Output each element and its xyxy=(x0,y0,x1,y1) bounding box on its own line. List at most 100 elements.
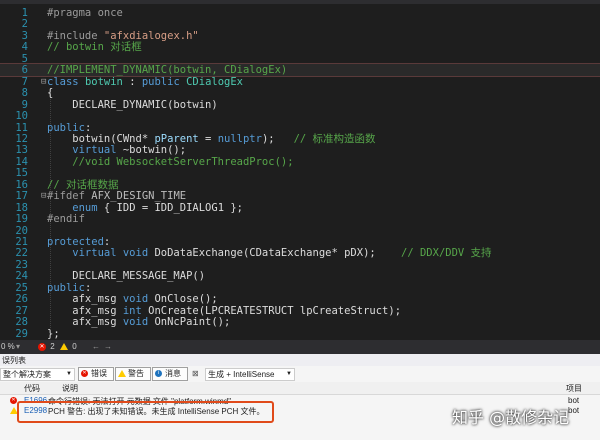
code-token: ); xyxy=(261,132,294,145)
error-icon: ✕ xyxy=(38,342,46,351)
col-header-description[interactable]: 说明 xyxy=(62,383,78,394)
code-line[interactable]: 16 // 对话框数据 xyxy=(0,179,600,191)
line-number: 27 xyxy=(15,304,28,317)
chevron-down-icon: ▼ xyxy=(286,371,292,377)
code-token: OnNcPaint(); xyxy=(154,316,231,329)
line-number: 26 xyxy=(15,293,28,306)
code-text: public: xyxy=(47,122,91,134)
warning-count: 0 xyxy=(72,342,77,351)
line-number: 7 xyxy=(21,75,28,88)
code-text: #pragma once xyxy=(47,7,123,19)
code-line[interactable]: 15 xyxy=(0,167,600,179)
code-line[interactable]: 11 public: xyxy=(0,122,600,134)
code-token: afx_msg xyxy=(47,304,123,317)
code-text: enum { IDD = IDD_DIALOG1 }; xyxy=(47,202,243,214)
code-token: #ifdef xyxy=(47,190,92,203)
info-icon: i xyxy=(155,370,162,377)
code-token: void xyxy=(122,293,155,306)
line-number: 6 xyxy=(21,64,28,77)
code-line[interactable]: 19 #endif xyxy=(0,213,600,225)
code-line[interactable]: 18 enum { IDD = IDD_DIALOG1 }; xyxy=(0,202,600,214)
nav-forward-icon[interactable]: → xyxy=(104,342,112,351)
code-line[interactable]: 4 // botwin 对话框 xyxy=(0,41,600,53)
line-number: 11 xyxy=(15,121,28,134)
error-list-title-bar: 误列表 xyxy=(0,354,600,366)
code-text: #endif xyxy=(47,213,85,225)
code-text: virtual ~botwin(); xyxy=(47,144,186,156)
code-token: { xyxy=(47,87,54,100)
code-token: CDialogEx xyxy=(186,75,244,88)
code-token: //IMPLEMENT_DYNAMIC(botwin, CDialogEx) xyxy=(47,64,288,77)
zoom-level[interactable]: 0 % xyxy=(1,342,15,351)
line-number: 9 xyxy=(21,98,28,111)
code-token: class xyxy=(47,75,85,88)
code-line[interactable]: 24 DECLARE_MESSAGE_MAP() xyxy=(0,270,600,282)
code-token: AFX_DESIGN_TIME xyxy=(91,190,187,203)
code-line[interactable]: 12 botwin(CWnd* pParent = nullptr); // 标… xyxy=(0,133,600,145)
code-token: }; xyxy=(47,327,60,340)
code-line[interactable]: 9 DECLARE_DYNAMIC(botwin) xyxy=(0,99,600,111)
line-number: 18 xyxy=(15,201,28,214)
code-line[interactable]: 2 xyxy=(0,18,600,30)
code-line[interactable]: 28 afx_msg void OnNcPaint(); xyxy=(0,316,600,328)
col-header-project[interactable]: 项目 xyxy=(566,383,582,394)
code-line[interactable]: 23 xyxy=(0,259,600,271)
nav-back-icon[interactable]: ← xyxy=(92,342,100,351)
line-number: 4 xyxy=(21,41,28,54)
warnings-filter-button[interactable]: 警告 0 xyxy=(115,367,151,390)
code-token: afx_msg xyxy=(47,293,123,306)
code-line[interactable]: 6 //IMPLEMENT_DYNAMIC(botwin, CDialogEx) xyxy=(0,63,600,78)
line-number: 3 xyxy=(21,29,28,42)
code-token: OnCreate(LPCREATESTRUCT lpCreateStruct); xyxy=(148,304,402,317)
code-token: nullptr xyxy=(217,132,262,145)
code-line[interactable]: 13 virtual ~botwin(); xyxy=(0,144,600,156)
code-line[interactable]: 8{ xyxy=(0,87,600,99)
build-filter-value: 生成 + IntelliSense xyxy=(208,370,275,379)
error-icon: ✕ xyxy=(81,370,88,377)
code-line[interactable]: 17 ⊟ #ifdef AFX_DESIGN_TIME xyxy=(0,190,600,202)
code-token: void xyxy=(122,247,155,260)
code-token: afx_msg xyxy=(47,316,123,329)
line-number: 1 xyxy=(21,7,28,19)
code-token: // DDX/DDV 支持 xyxy=(401,247,492,260)
code-line[interactable]: 5 xyxy=(0,53,600,65)
code-line[interactable]: 29}; xyxy=(0,328,600,340)
code-token: { IDD = IDD_DIALOG1 }; xyxy=(103,201,243,214)
code-text: { xyxy=(47,87,53,99)
line-number: 12 xyxy=(15,132,28,145)
code-token: int xyxy=(122,304,149,317)
line-number: 13 xyxy=(15,144,28,157)
code-token: public xyxy=(141,75,187,88)
warning-icon xyxy=(60,343,68,351)
code-line[interactable]: 25 public: xyxy=(0,282,600,294)
code-text: afx_msg void OnNcPaint(); xyxy=(47,316,230,328)
code-line[interactable]: 10 xyxy=(0,110,600,122)
messages-filter-button[interactable]: i 消息 0 xyxy=(152,367,188,390)
code-token: : xyxy=(122,75,142,88)
warning-icon xyxy=(118,370,126,377)
error-project: bot xyxy=(568,396,580,405)
code-line[interactable]: 22 virtual void DoDataExchange(CDataExch… xyxy=(0,247,600,259)
zoom-dropdown-icon[interactable]: ▾ xyxy=(16,342,20,351)
code-line[interactable]: 14 //void WebsocketServerThreadProc(); xyxy=(0,156,600,168)
code-line[interactable]: 7 ⊟ class botwin : public CDialogEx xyxy=(0,76,600,88)
fold-toggle-icon[interactable]: ⊟ xyxy=(41,190,46,202)
line-number: 29 xyxy=(15,327,28,340)
col-header-code[interactable]: 代码 xyxy=(24,383,40,394)
warning-count-indicator[interactable]: 0 xyxy=(60,342,77,351)
line-number: 21 xyxy=(15,236,28,248)
error-count-indicator[interactable]: ✕ 2 xyxy=(38,342,55,351)
clear-filter-icon[interactable]: ⊠ xyxy=(192,369,199,378)
line-number: 25 xyxy=(15,281,28,294)
code-line[interactable]: 26 afx_msg void OnClose(); xyxy=(0,293,600,305)
code-token: // botwin 对话框 xyxy=(47,41,142,54)
code-line[interactable]: 1 #pragma once xyxy=(0,7,600,19)
code-line[interactable]: 27 afx_msg int OnCreate(LPCREATESTRUCT l… xyxy=(0,305,600,317)
error-icon: ✕ xyxy=(10,397,17,404)
code-editor[interactable]: 1 #pragma once 2 3 #include "afxdialogex.h" 4… xyxy=(0,0,600,340)
code-line[interactable]: 20 xyxy=(0,225,600,237)
build-filter-dropdown[interactable]: 生成 + IntelliSense ▼ xyxy=(205,368,295,381)
fold-toggle-icon[interactable]: ⊟ xyxy=(41,76,46,88)
errors-filter-button[interactable]: ✕ 错误 2 xyxy=(78,367,114,390)
scope-dropdown[interactable]: 整个解决方案 ▼ xyxy=(0,368,75,381)
